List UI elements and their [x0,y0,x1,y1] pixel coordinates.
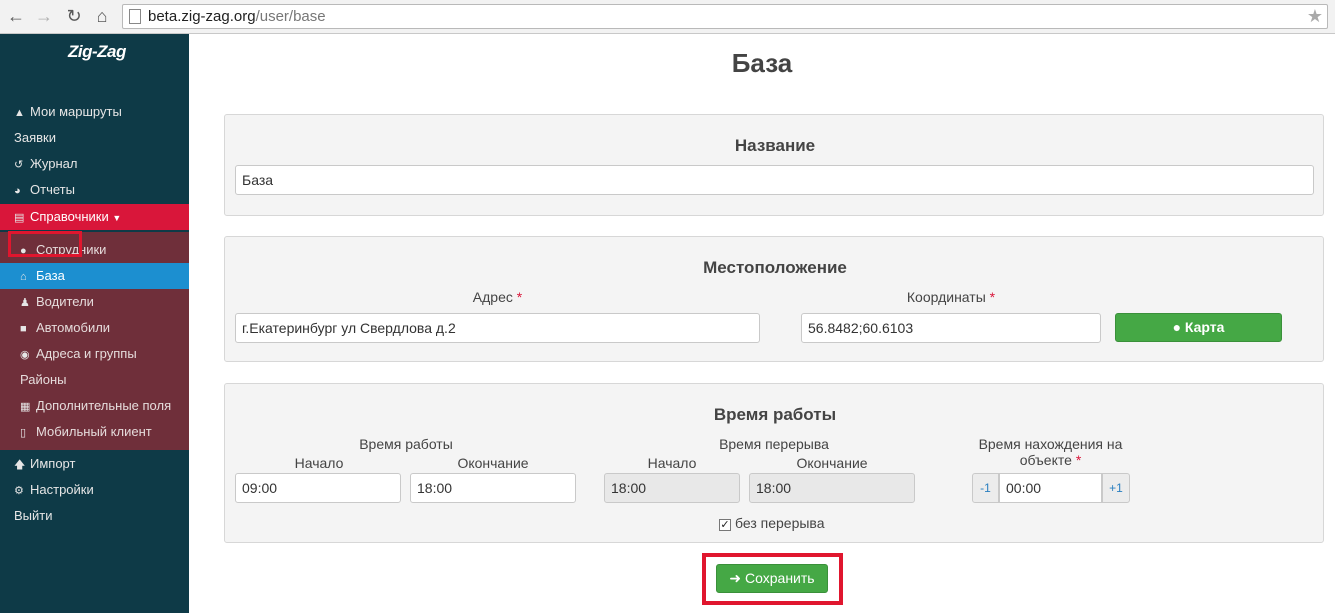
list-icon: ▤ [14,212,25,224]
sidebar-item-cars[interactable]: ■ Автомобили [0,315,189,341]
sidebar-item-base[interactable]: ⌂ База [0,263,189,289]
bookmark-star-icon[interactable]: ★ [1307,5,1323,28]
no-break-checkbox[interactable]: ✓ [719,519,731,531]
highlight-frame-save [702,553,843,605]
globe-icon: ◉ [20,349,30,361]
sidebar-item-drivers[interactable]: ♟ Водители [0,289,189,315]
page-title: База [731,48,793,78]
sidebar-item-requests[interactable]: Заявки [0,125,189,151]
sidebar-item-directories[interactable]: ▤ Справочники ▼ [0,204,189,230]
male-icon: ♟ [20,297,30,309]
break-end-label: Окончание [796,455,868,471]
page-icon [129,9,141,24]
road-icon: ▲ [14,107,25,119]
address-label: Адрес * [472,289,523,305]
address-input[interactable]: г.Екатеринбург ул Свердлова д.2 [235,313,760,343]
logo[interactable]: Zig-Zag [68,42,126,62]
location-panel: Местоположение Адрес * г.Екатеринбург ул… [224,236,1324,362]
sidebar-item-reports[interactable]: ◕ Отчеты [0,177,189,203]
break-start-label: Начало [647,455,697,471]
url-host: beta.zig-zag.org [148,8,256,25]
home-icon[interactable]: ⌂ [90,5,114,27]
sidebar-item-logout[interactable]: Выйти [0,503,189,529]
name-input[interactable]: База [235,165,1314,195]
caret-down-icon: ▼ [112,213,122,223]
stay-plus-button[interactable]: +1 [1102,473,1130,503]
hours-heading: Время работы [713,405,837,424]
arrow-up-icon: 🡅 [14,459,26,471]
break-end-input[interactable]: 18:00 [749,473,915,503]
stay-minus-button[interactable]: -1 [972,473,999,503]
back-icon[interactable]: ← [4,5,28,27]
work-time-label: Время работы [359,436,453,452]
truck-icon: ■ [20,323,27,335]
map-button[interactable]: ● Карта [1115,313,1282,342]
work-end-input[interactable]: 18:00 [410,473,576,503]
mobile-icon: ▯ [20,427,27,439]
pie-chart-icon: ◕ [14,185,21,197]
sidebar-item-settings[interactable]: ⚙ Настройки [0,477,189,503]
sidebar-item-extra-fields[interactable]: ▦ Дополнительные поля [0,393,189,419]
table-icon: ▦ [20,401,31,413]
reload-icon[interactable]: ↻ [62,5,86,27]
coordinates-input[interactable]: 56.8482;60.6103 [801,313,1101,343]
stay-time-label: Время нахождения на объекте * [978,436,1123,468]
sidebar-item-routes[interactable]: ▲ Мои маршруты [0,99,189,125]
submenu-directories: ● Сотрудники ⌂ База ♟ Водители ■ Автомобили … [0,232,189,450]
url-path: /user/base [255,8,326,25]
sidebar-item-addresses[interactable]: ◉ Адреса и группы [0,341,189,367]
work-start-input[interactable]: 09:00 [235,473,401,503]
name-heading: Название [734,136,816,155]
location-heading: Местоположение [703,258,847,277]
address-bar[interactable]: beta.zig-zag.org/user/base ★ [122,4,1328,29]
sidebar-item-districts[interactable]: Районы [0,367,189,393]
stay-time-input[interactable]: 00:00 [999,473,1102,503]
home-icon: ⌂ [20,271,27,283]
coordinates-label: Координаты * [906,289,996,305]
break-time-label: Время перерыва [719,436,829,452]
sidebar-item-journal[interactable]: ↺ Журнал [0,151,189,177]
highlight-frame-base [8,231,82,257]
break-start-input[interactable]: 18:00 [604,473,740,503]
hours-panel: Время работы Время работы Начало Окончан… [224,383,1324,543]
no-break-label: без перерыва [735,515,825,531]
sidebar: Zig-Zag ▲ Мои маршруты Заявки ↺ Журнал ◕ От… [0,34,189,613]
work-end-label: Окончание [457,455,529,471]
browser-toolbar: ← → ↻ ⌂ beta.zig-zag.org/user/base ★ [0,0,1335,34]
name-panel: Название База [224,114,1324,216]
sidebar-item-mobile-client[interactable]: ▯ Мобильный клиент [0,419,189,445]
map-marker-icon: ● [1172,319,1182,335]
gear-icon: ⚙ [14,485,24,497]
sidebar-item-import[interactable]: 🡅 Импорт [0,451,189,477]
work-start-label: Начало [294,455,344,471]
forward-icon[interactable]: → [32,5,56,27]
history-icon: ↺ [14,159,24,171]
